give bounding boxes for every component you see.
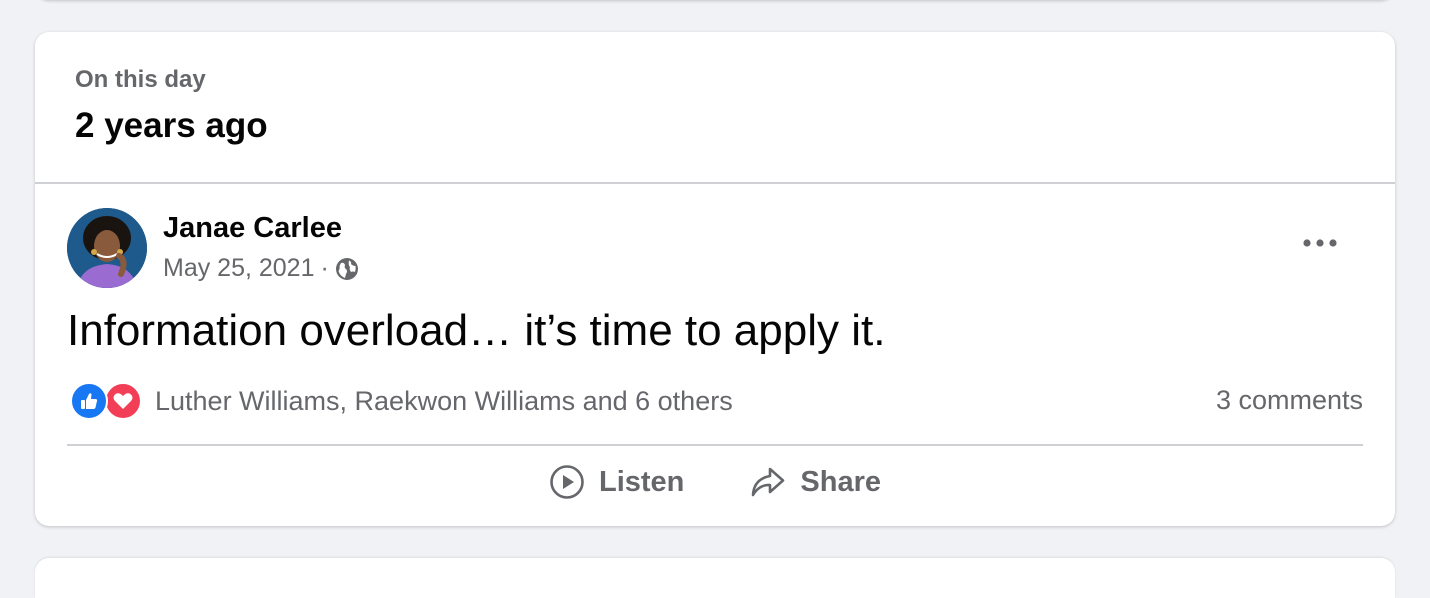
reaction-icons bbox=[70, 382, 146, 420]
actions-divider bbox=[67, 444, 1363, 446]
love-icon bbox=[104, 382, 142, 420]
share-label: Share bbox=[800, 465, 881, 498]
header-divider bbox=[35, 182, 1395, 184]
avatar-image bbox=[67, 208, 147, 288]
memory-card: On this day 2 years ago Janae Carlee May… bbox=[35, 32, 1395, 526]
post-text: Information overload… it’s time to apply… bbox=[67, 306, 886, 355]
memory-title: 2 years ago bbox=[75, 106, 268, 145]
memory-header: On this day 2 years ago bbox=[75, 66, 268, 146]
globe-icon[interactable] bbox=[335, 257, 359, 281]
post-date[interactable]: May 25, 2021 bbox=[163, 254, 315, 283]
post-actions: Listen Share bbox=[35, 464, 1395, 500]
reaction-names[interactable]: Luther Williams, Raekwon Williams and 6 … bbox=[155, 386, 733, 417]
more-options-button[interactable] bbox=[1295, 228, 1345, 258]
like-icon bbox=[70, 382, 108, 420]
more-icon bbox=[1303, 239, 1337, 247]
next-feed-card bbox=[35, 558, 1395, 598]
share-arrow-icon bbox=[752, 467, 785, 497]
reactions-summary[interactable]: Luther Williams, Raekwon Williams and 6 … bbox=[70, 382, 733, 420]
avatar[interactable] bbox=[67, 208, 147, 288]
meta-separator: · bbox=[320, 254, 329, 282]
comments-count[interactable]: 3 comments bbox=[1216, 385, 1363, 416]
share-button[interactable]: Share bbox=[750, 464, 881, 500]
listen-label: Listen bbox=[598, 465, 685, 498]
play-circle-icon bbox=[550, 465, 584, 499]
post-meta: May 25, 2021 · bbox=[163, 254, 359, 283]
author-name[interactable]: Janae Carlee bbox=[163, 212, 342, 245]
listen-button[interactable]: Listen bbox=[549, 464, 684, 500]
memory-label: On this day bbox=[75, 66, 206, 93]
